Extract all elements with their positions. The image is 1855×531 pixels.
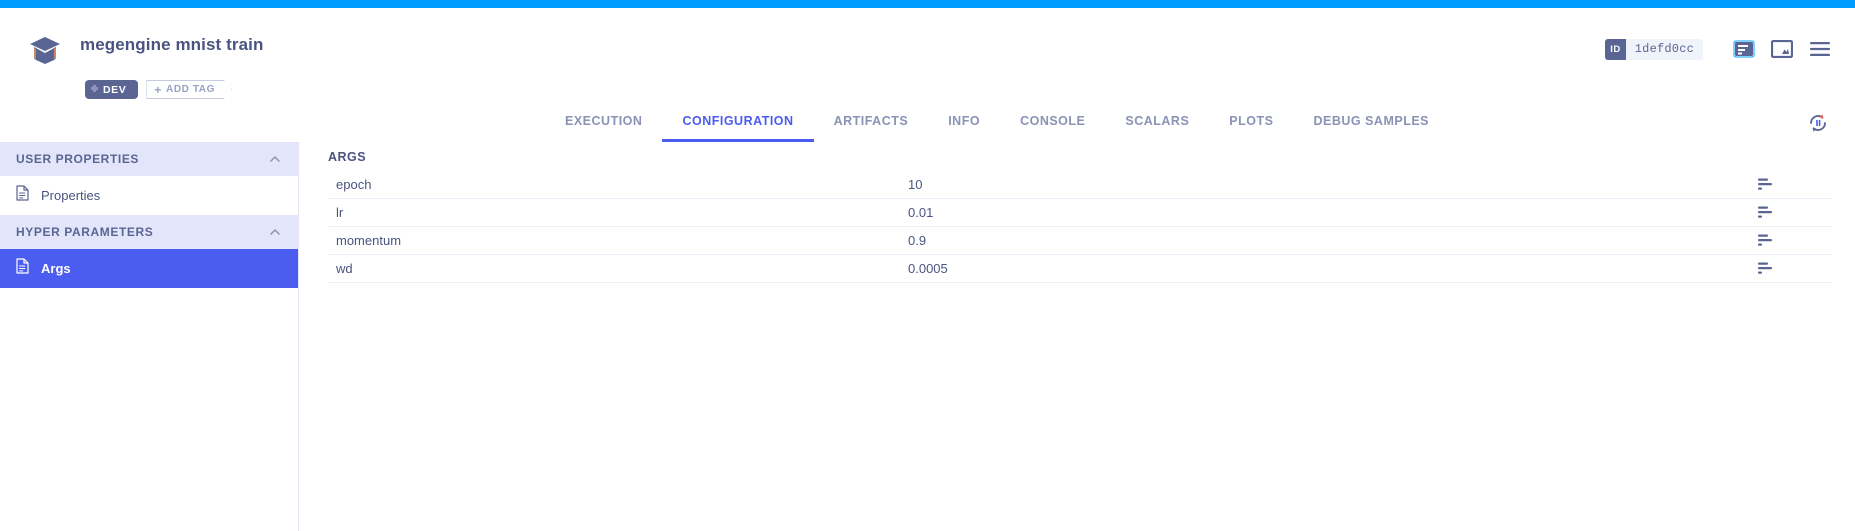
log-view-icon[interactable]	[1725, 34, 1763, 64]
param-value: 10	[908, 177, 923, 192]
chevron-up-icon[interactable]	[268, 152, 282, 166]
param-name: momentum	[336, 233, 402, 248]
sidebar-item-properties[interactable]: Properties	[0, 176, 298, 215]
hamburger-menu-icon[interactable]	[1801, 34, 1839, 64]
file-icon	[16, 258, 29, 279]
dev-tag-label: DEV	[103, 83, 127, 96]
refresh-paused-icon[interactable]	[1803, 108, 1833, 138]
tab-debug-samples[interactable]: DEBUG SAMPLES	[1293, 104, 1449, 142]
tab-info[interactable]: INFO	[928, 104, 1000, 142]
param-value: 0.0005	[908, 261, 948, 276]
id-chip-value: 1defd0cc	[1634, 42, 1694, 56]
sidebar-section-hyper-parameters[interactable]: HYPER PARAMETERS	[0, 215, 298, 249]
add-tag-button[interactable]: + ADD TAG	[146, 80, 232, 99]
list-lines-icon[interactable]	[1758, 234, 1776, 247]
table-row[interactable]: wd 0.0005	[328, 255, 1831, 283]
param-value: 0.9	[908, 233, 927, 248]
experiment-id-chip[interactable]: ID 1defd0cc	[1605, 38, 1703, 60]
param-value: 0.01	[908, 205, 934, 220]
page-title: megengine mnist train	[80, 35, 264, 54]
tab-console[interactable]: CONSOLE	[1000, 104, 1105, 142]
configuration-panel: ARGS epoch 10 lr 0.01 momentum 0.9 wd 0.…	[300, 142, 1855, 531]
args-group-title: ARGS	[328, 150, 367, 164]
sidebar: USER PROPERTIES Properties HYPER PARAMET…	[0, 142, 299, 531]
sidebar-section-user-properties[interactable]: USER PROPERTIES	[0, 142, 298, 176]
sidebar-item-label: Properties	[41, 188, 101, 203]
table-row[interactable]: epoch 10	[328, 171, 1831, 199]
tab-bar: EXECUTION CONFIGURATION ARTIFACTS INFO C…	[0, 104, 1855, 143]
file-icon	[16, 185, 29, 206]
table-row[interactable]: momentum 0.9	[328, 227, 1831, 255]
list-lines-icon[interactable]	[1758, 206, 1776, 219]
tab-artifacts[interactable]: ARTIFACTS	[814, 104, 929, 142]
chevron-up-icon[interactable]	[268, 225, 282, 239]
split-panel-icon[interactable]	[1763, 34, 1801, 64]
list-lines-icon[interactable]	[1758, 178, 1776, 191]
puzzle-icon	[90, 85, 99, 94]
tab-execution[interactable]: EXECUTION	[545, 104, 662, 142]
args-table: epoch 10 lr 0.01 momentum 0.9 wd 0.0005	[328, 171, 1831, 283]
param-name: lr	[336, 205, 344, 220]
sidebar-section-title: HYPER PARAMETERS	[16, 225, 154, 239]
sidebar-item-label: Args	[41, 261, 71, 276]
list-lines-icon[interactable]	[1758, 262, 1776, 275]
id-chip-label: ID	[1605, 38, 1626, 60]
table-row[interactable]: lr 0.01	[328, 199, 1831, 227]
header-actions: ID 1defd0cc	[1605, 34, 1839, 64]
add-tag-label: ADD TAG	[166, 84, 216, 95]
plus-icon: +	[154, 82, 162, 97]
page-header: megengine mnist train DEV + ADD TAG ID 1…	[0, 8, 1855, 104]
tab-configuration[interactable]: CONFIGURATION	[662, 104, 814, 142]
param-name: epoch	[336, 177, 372, 192]
graduation-cap-icon	[22, 30, 68, 70]
sidebar-item-args[interactable]: Args	[0, 249, 298, 288]
tag-row: DEV + ADD TAG	[85, 80, 232, 99]
title-block: megengine mnist train	[80, 34, 263, 56]
tab-plots[interactable]: PLOTS	[1209, 104, 1293, 142]
sidebar-section-title: USER PROPERTIES	[16, 152, 140, 166]
tab-list: EXECUTION CONFIGURATION ARTIFACTS INFO C…	[545, 104, 1449, 142]
param-name: wd	[336, 261, 353, 276]
dev-tag[interactable]: DEV	[85, 80, 139, 99]
tab-scalars[interactable]: SCALARS	[1105, 104, 1209, 142]
